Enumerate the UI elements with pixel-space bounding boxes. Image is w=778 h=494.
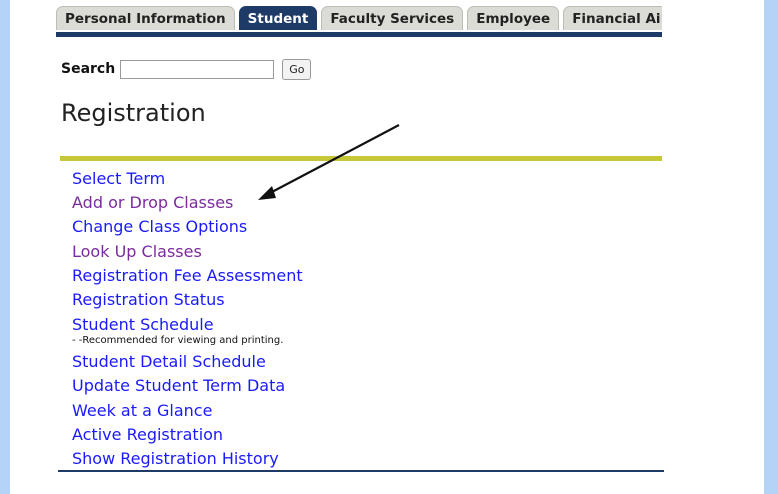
menu-item: Show Registration History [72,447,303,471]
menu-item: Add or Drop Classes [72,191,303,215]
link-show-registration-history[interactable]: Show Registration History [72,449,279,468]
link-active-registration[interactable]: Active Registration [72,425,223,444]
menu-item: Update Student Term Data [72,374,303,398]
main-tab-bar: Personal Information Student Faculty Servi… [56,6,662,32]
tab-faculty-services[interactable]: Faculty Services [321,6,464,30]
menu-item: Registration Status [72,288,303,312]
link-add-or-drop-classes[interactable]: Add or Drop Classes [72,193,233,212]
menu-item: Student Detail Schedule [72,350,303,374]
tab-financial-aid[interactable]: Financial Ai [563,6,662,30]
menu-item: Look Up Classes [72,240,303,264]
link-registration-fee-assessment[interactable]: Registration Fee Assessment [72,266,303,285]
link-week-at-a-glance[interactable]: Week at a Glance [72,401,212,420]
link-update-student-term-data[interactable]: Update Student Term Data [72,376,285,395]
tab-personal-information[interactable]: Personal Information [56,6,235,30]
search-label: Search [61,61,116,77]
tab-student[interactable]: Student [238,6,318,30]
go-button[interactable]: Go [282,58,312,80]
bottom-divider [58,470,664,472]
section-divider [60,156,662,161]
link-change-class-options[interactable]: Change Class Options [72,217,247,236]
tab-bar-underline [56,32,662,37]
menu-item: Week at a Glance [72,399,303,423]
link-registration-status[interactable]: Registration Status [72,290,225,309]
link-look-up-classes[interactable]: Look Up Classes [72,242,202,261]
student-schedule-note: - -Recommended for viewing and printing. [72,335,284,347]
tab-employee[interactable]: Employee [467,6,560,30]
registration-menu: Select Term Add or Drop Classes Change C… [72,167,303,471]
link-student-schedule[interactable]: Student Schedule [72,312,303,335]
link-select-term[interactable]: Select Term [72,169,165,188]
search-row: Search Go [61,58,312,80]
search-input[interactable] [120,59,275,79]
menu-item: Registration Fee Assessment [72,264,303,288]
menu-item: Select Term [72,167,303,191]
page-title: Registration [61,99,206,127]
link-student-detail-schedule[interactable]: Student Detail Schedule [72,352,266,371]
menu-item: Active Registration [72,423,303,447]
menu-item: Change Class Options [72,215,303,239]
menu-item: Student Schedule - -Recommended for view… [72,312,303,350]
